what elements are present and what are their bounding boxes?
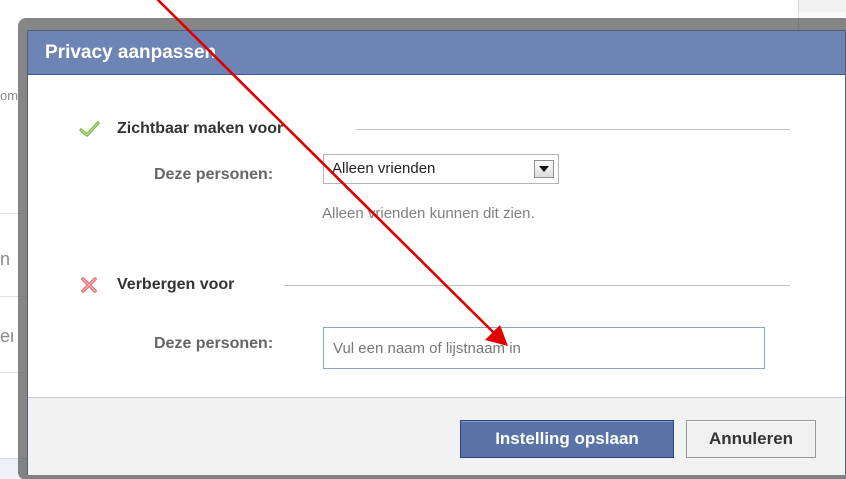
select-value: Alleen vrienden [332, 160, 436, 177]
dialog-footer: Instelling opslaan Annuleren [28, 397, 845, 475]
chevron-down-icon[interactable] [534, 160, 554, 178]
section-title: Zichtbaar maken voor [117, 120, 284, 137]
background-text: n [0, 249, 11, 269]
visibility-help-text: Alleen vrienden kunnen dit zien. [322, 205, 535, 222]
privacy-dialog: Privacy aanpassen Zichtbaar maken voor D… [27, 30, 846, 475]
screenshot: om n en Privacy aanpassen Zichtbaar make… [0, 0, 846, 479]
field-label: Deze personen: [154, 335, 274, 352]
hide-from-input[interactable] [323, 327, 765, 369]
section-visible-for: Zichtbaar maken voor [78, 117, 283, 141]
cancel-button[interactable]: Annuleren [686, 420, 816, 458]
section-title: Verbergen voor [117, 276, 235, 293]
dialog-header: Privacy aanpassen [28, 31, 845, 75]
section-divider [284, 285, 790, 286]
checkmark-icon [78, 118, 100, 140]
section-divider [356, 129, 790, 130]
dialog-body: Zichtbaar maken voor Deze personen: Alle… [28, 75, 845, 402]
background-text: en [0, 326, 13, 346]
save-button[interactable]: Instelling opslaan [460, 420, 674, 458]
cross-icon [78, 274, 100, 296]
section-hidden-from: Verbergen voor [78, 273, 234, 297]
field-label: Deze personen: [154, 166, 274, 183]
dialog-title: Privacy aanpassen [45, 42, 217, 63]
visibility-select[interactable]: Alleen vrienden [323, 154, 559, 184]
